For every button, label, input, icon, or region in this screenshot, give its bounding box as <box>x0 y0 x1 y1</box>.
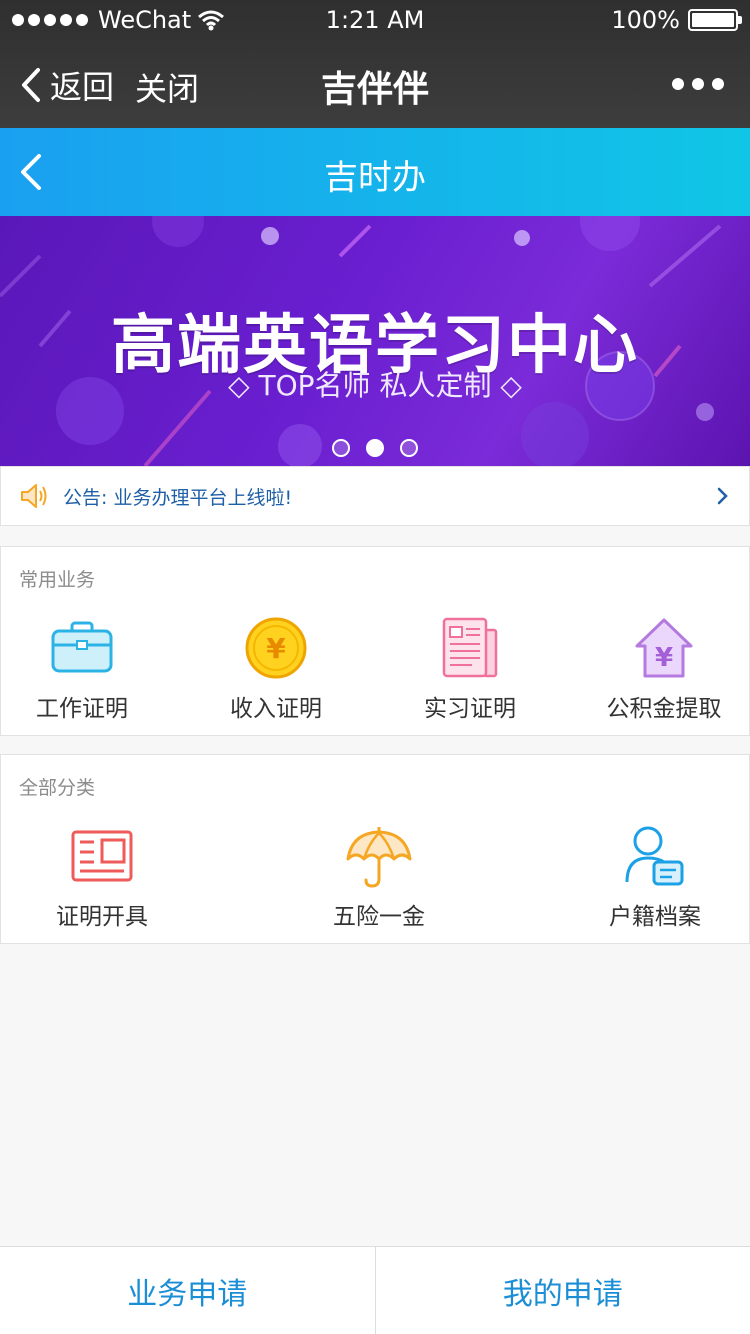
svg-text:¥: ¥ <box>266 632 286 665</box>
app-header: 吉时办 <box>0 128 750 216</box>
pager-dot-active[interactable] <box>366 439 384 457</box>
house-yuan-icon: ¥ <box>635 618 693 678</box>
section-title: 常用业务 <box>19 569 96 591</box>
speaker-icon <box>21 484 47 508</box>
service-label: 公积金提取 <box>606 696 722 722</box>
service-label: 工作证明 <box>36 696 128 722</box>
wechat-page-title: 吉伴伴 <box>320 69 429 110</box>
category-label: 证明开具 <box>56 904 148 930</box>
pager-dot[interactable] <box>332 439 350 457</box>
tab-business-apply[interactable]: 业务申请 <box>0 1247 375 1334</box>
promo-banner[interactable]: 高端英语学习中心 ◇ TOP名师 私人定制 ◇ <box>0 216 750 466</box>
category-item-certificate-issue[interactable]: 证明开具 <box>21 823 183 931</box>
service-item-internship-certificate[interactable]: 实习证明 <box>389 615 551 723</box>
service-item-income-certificate[interactable]: ¥ 收入证明 <box>195 615 357 723</box>
notice-text: 公告: 业务办理平台上线啦! <box>63 486 293 509</box>
wechat-top-area: WeChat 1:21 AM 100% 返回 关闭 吉伴伴 <box>0 0 750 128</box>
service-item-work-certificate[interactable]: 工作证明 <box>1 615 163 723</box>
banner-pager <box>0 439 750 457</box>
newspaper-icon <box>442 617 498 678</box>
pager-dot[interactable] <box>400 439 418 457</box>
category-item-household-registry[interactable]: 户籍档案 <box>574 823 736 931</box>
battery-percent: 100% <box>611 6 680 34</box>
battery-icon <box>688 9 742 31</box>
more-options-icon[interactable] <box>672 78 724 90</box>
service-label: 实习证明 <box>424 696 516 722</box>
category-label: 户籍档案 <box>609 904 701 930</box>
chevron-right-icon <box>717 487 728 505</box>
yuan-coin-icon: ¥ <box>245 617 307 679</box>
bottom-tab-bar: 业务申请 我的申请 <box>0 1246 750 1334</box>
wechat-nav-bar: 返回 关闭 吉伴伴 <box>0 40 750 128</box>
person-card-icon <box>625 826 684 886</box>
umbrella-icon <box>346 827 412 888</box>
app-title: 吉时办 <box>324 158 426 198</box>
briefcase-icon <box>51 621 113 673</box>
category-item-social-insurance[interactable]: 五险一金 <box>298 823 460 931</box>
notice-bar[interactable]: 公告: 业务办理平台上线啦! <box>0 466 750 526</box>
service-label: 收入证明 <box>230 696 322 722</box>
tab-my-applications[interactable]: 我的申请 <box>374 1247 750 1334</box>
svg-text:¥: ¥ <box>655 643 673 673</box>
certificate-icon <box>71 830 133 882</box>
section-title: 全部分类 <box>19 777 96 799</box>
service-item-housing-fund[interactable]: ¥ 公积金提取 <box>583 615 745 723</box>
all-categories-card: 全部分类 证明开具 五险一金 户籍档案 <box>0 754 750 944</box>
banner-subtitle: ◇ TOP名师 私人定制 ◇ <box>228 369 522 402</box>
status-bar: WeChat 1:21 AM 100% <box>0 0 750 40</box>
common-services-card: 常用业务 工作证明 ¥ 收入证明 实习证明 ¥ 公积金提取 <box>0 546 750 736</box>
category-label: 五险一金 <box>333 904 425 930</box>
status-right: 100% <box>611 6 742 34</box>
